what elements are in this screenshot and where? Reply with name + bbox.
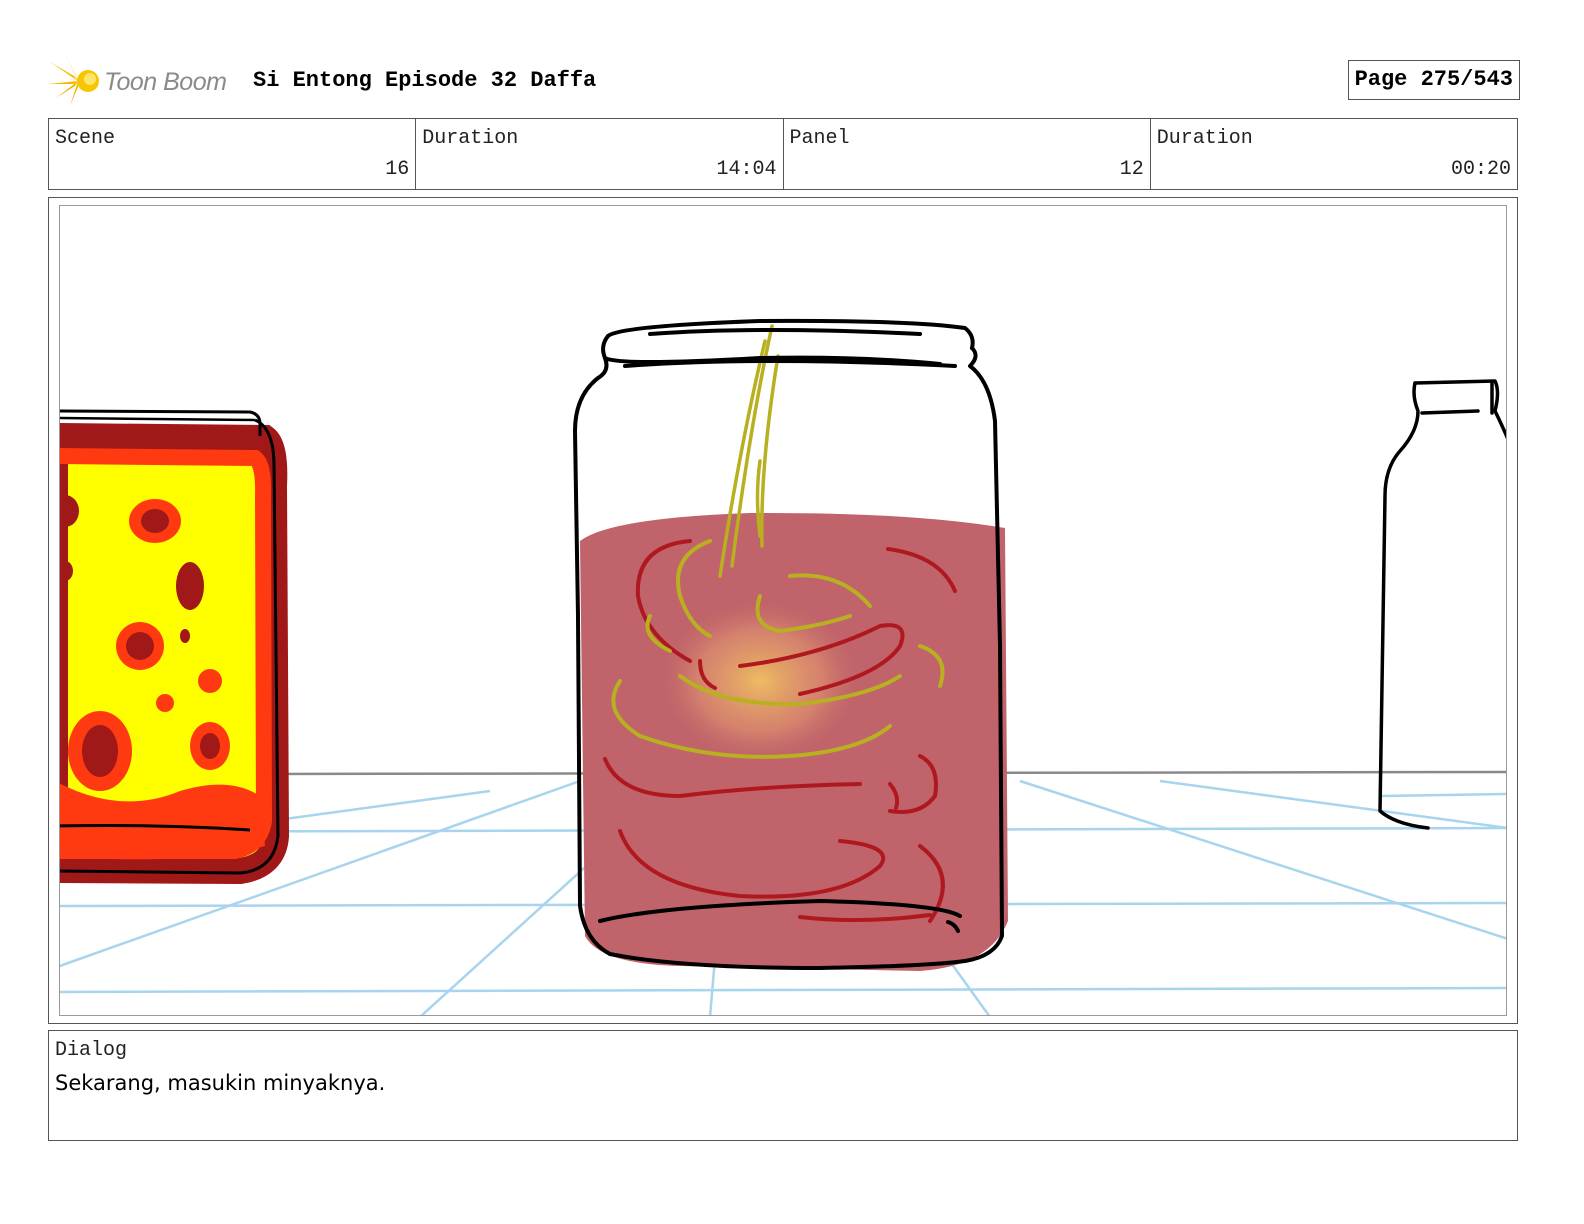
scene-duration-cell: Duration 14:04	[416, 119, 784, 189]
panel-label: Panel	[789, 127, 850, 150]
panel-duration-value: 00:20	[1450, 158, 1511, 181]
left-pickle-jar	[60, 409, 290, 885]
dialog-label: Dialog	[55, 1039, 128, 1062]
scene-duration-value: 14:04	[716, 158, 777, 181]
center-jar	[573, 318, 1008, 971]
scene-label: Scene	[55, 127, 116, 150]
panel-artwork	[59, 205, 1507, 1016]
dialog-text: Sekarang, masukin minyaknya.	[55, 1071, 386, 1095]
page-number: Page 275/543	[1347, 60, 1520, 100]
panel-frame	[48, 197, 1518, 1024]
scene-duration-label: Duration	[422, 127, 519, 150]
toon-boom-logo: Toon Boom	[48, 54, 248, 108]
storyboard-header: Toon Boom Si Entong Episode 32 Daffa Pag…	[48, 52, 1520, 110]
scene-value: 16	[385, 158, 410, 181]
scene-info-table: Scene 16 Duration 14:04 Panel 12 Duratio…	[48, 118, 1518, 190]
dialog-box: Dialog Sekarang, masukin minyaknya.	[48, 1030, 1518, 1141]
scene-cell: Scene 16	[49, 119, 417, 189]
panel-value: 12	[1119, 158, 1144, 181]
panel-cell: Panel 12	[784, 119, 1151, 189]
panel-duration-label: Duration	[1156, 127, 1253, 150]
storyboard-drawing	[60, 318, 1506, 1015]
project-title: Si Entong Episode 32 Daffa	[253, 68, 597, 93]
logo-text: Toon Boom	[104, 68, 227, 96]
right-bottle	[1378, 379, 1506, 830]
panel-duration-cell: Duration 00:20	[1151, 119, 1517, 189]
